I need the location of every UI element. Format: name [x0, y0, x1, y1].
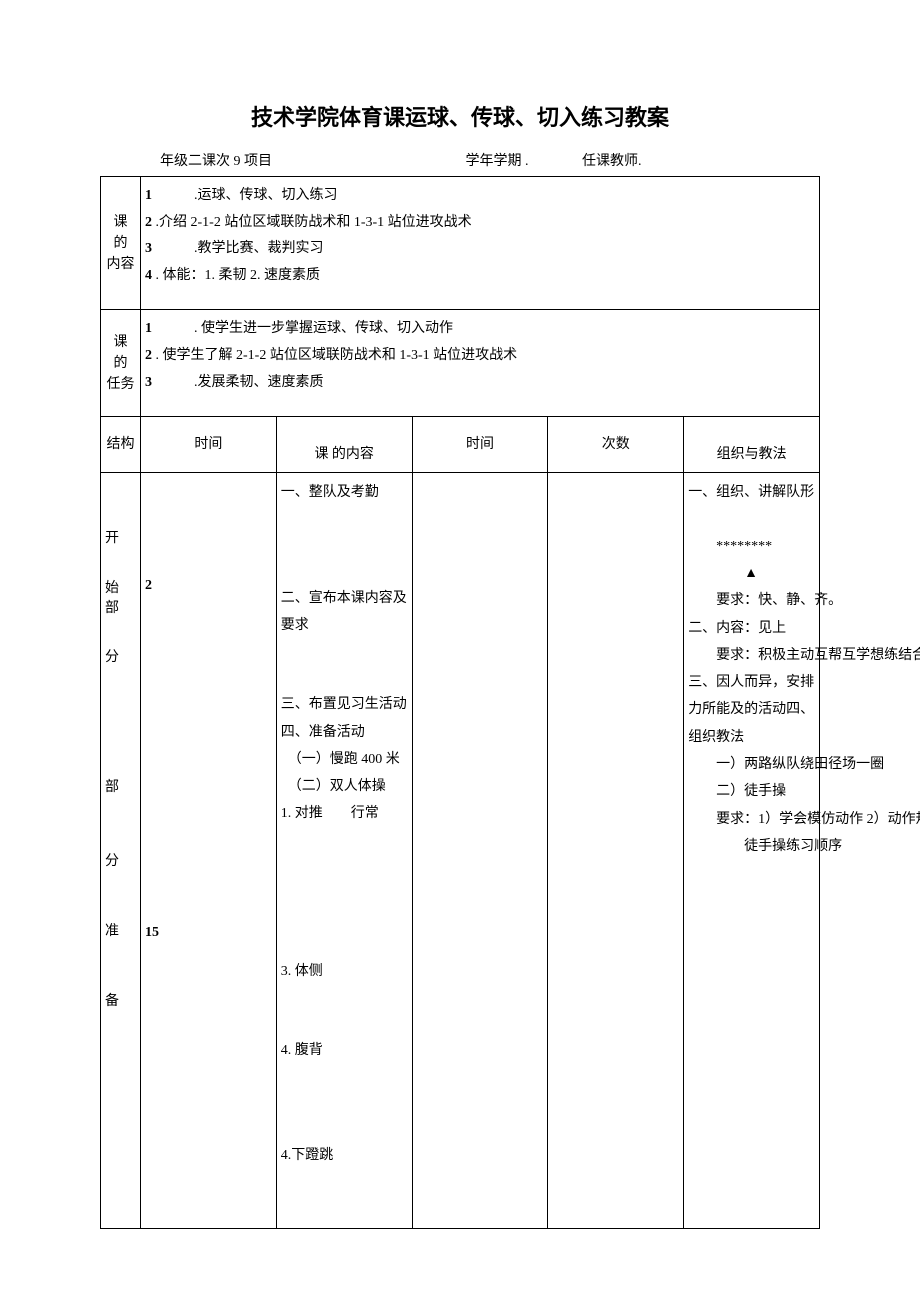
struct-l1: 开 [105, 529, 136, 549]
body-row: 开 始 部 分 部 分 准 备 2 15 一、整队及考勤 二、宣布本课内容及要求 [101, 473, 820, 1228]
content-text-3: .教学比赛、裁判实习 [194, 241, 324, 256]
table-header-row: 结构 时间 课 的内容 时间 次数 组织与教法 [101, 417, 820, 473]
struct-l2: 始 部 [105, 579, 136, 618]
struct-l4: 部 [105, 778, 136, 798]
hdr-structure: 结构 [101, 417, 141, 473]
cl-9: （一）慢跑 400 米 [281, 746, 408, 773]
ol-5: 二、内容：见上 [688, 615, 815, 642]
meta-teacher: 任课教师. [582, 154, 642, 169]
meta-row: 年级二课次 9 项目 学年学期 . 任课教师. [160, 150, 820, 170]
time-val-1: 2 [145, 573, 272, 600]
cl-0: 一、整队及考勤 [281, 479, 408, 506]
count-cell [548, 473, 684, 1228]
task-num-2: 2 [145, 348, 152, 363]
ol-3: ▲ [688, 560, 815, 587]
cl-17: 3. 体侧 [281, 958, 408, 985]
struct-l5: 分 [105, 852, 136, 872]
ol-2: ******** [688, 533, 815, 560]
hdr-org-text: 组织与教法 [717, 447, 787, 462]
ol-0: 一、组织、讲解队形 [688, 479, 815, 506]
content-num-4: 4 [145, 268, 152, 283]
cl-10: （二）双人体操 [281, 773, 408, 800]
content-text-1: .运球、传球、切入练习 [194, 188, 338, 203]
cl-24: 4.下蹬跳 [281, 1142, 408, 1169]
ol-7: 三、因人而异，安排力所能及的活动四、组织教法 [688, 669, 815, 751]
page-title: 技术学院体育课运球、传球、切入练习教案 [100, 100, 820, 132]
time-val-2: 15 [145, 920, 272, 947]
task-num-1: 1 [145, 321, 152, 336]
content-num-2: 2 [145, 215, 152, 230]
content-text-2: .介绍 2-1-2 站位区域联防战术和 1-3-1 站位进攻战术 [156, 215, 472, 230]
content-label: 课 的 内容 [107, 215, 135, 272]
task-body-cell: 1 . 使学生进一步掌握运球、传球、切入动作 2 . 使学生了解 2-1-2 站… [141, 310, 820, 417]
ol-8: 一）两路纵队绕田径场一圈 [688, 751, 815, 778]
time2-cell [412, 473, 548, 1228]
ol-11: 徒手操练习顺序 [688, 833, 815, 860]
hdr-content-text: 课 的内容 [314, 447, 374, 462]
task-text-2: . 使学生了解 2-1-2 站位区域联防战术和 1-3-1 站位进攻战术 [156, 348, 518, 363]
cl-20: 4. 腹背 [281, 1037, 408, 1064]
cl-8: 四、准备活动 [281, 719, 408, 746]
cl-11: 1. 对推 行常 [281, 800, 408, 827]
hdr-content: 课 的内容 [276, 417, 412, 473]
time-cell: 2 15 [141, 473, 277, 1228]
hdr-count: 次数 [548, 417, 684, 473]
meta-term: 学年学期 [466, 154, 522, 169]
ol-10: 要求：1）学会模仿动作 2）动作规范、到位 3）注意 [688, 806, 815, 833]
ol-4: 要求：快、静、齐。 [688, 587, 815, 614]
cl-4: 二、宣布本课内容及要求 [281, 585, 408, 640]
content-label-cell: 课 的 内容 [101, 177, 141, 310]
ol-9: 二）徒手操 [688, 778, 815, 805]
content-text-4: . 体能：1. 柔韧 2. 速度素质 [156, 268, 321, 283]
struct-l6: 准 [105, 922, 136, 942]
task-label-cell: 课 的 任务 [101, 310, 141, 417]
task-text-3: .发展柔韧、速度素质 [194, 375, 324, 390]
content-body: 一、整队及考勤 二、宣布本课内容及要求 三、布置见习生活动 四、准备活动 （一）… [276, 473, 412, 1228]
hdr-org: 组织与教法 [684, 417, 820, 473]
content-body-cell: 1 .运球、传球、切入练习 2 .介绍 2-1-2 站位区域联防战术和 1-3-… [141, 177, 820, 310]
ol-6: 要求：积极主动互帮互学想练结合 [688, 642, 815, 669]
struct-l3: 分 [105, 648, 136, 668]
task-label: 课 的 任务 [107, 335, 135, 392]
lesson-table: 课 的 内容 1 .运球、传球、切入练习 2 .介绍 2-1-2 站位区域联防战… [100, 176, 820, 1229]
content-num-1: 1 [145, 188, 152, 203]
struct-l7: 备 [105, 992, 136, 1012]
task-num-3: 3 [145, 375, 152, 390]
hdr-time: 时间 [141, 417, 277, 473]
cl-7: 三、布置见习生活动 [281, 691, 408, 718]
task-text-1: . 使学生进一步掌握运球、传球、切入动作 [194, 321, 453, 336]
structure-cell: 开 始 部 分 部 分 准 备 [101, 473, 141, 1228]
meta-term-suffix: . [525, 154, 529, 169]
content-row: 课 的 内容 1 .运球、传球、切入练习 2 .介绍 2-1-2 站位区域联防战… [101, 177, 820, 310]
meta-grade: 年级二课次 9 项目 [160, 150, 272, 170]
task-row: 课 的 任务 1 . 使学生进一步掌握运球、传球、切入动作 2 . 使学生了解 … [101, 310, 820, 417]
content-num-3: 3 [145, 241, 152, 256]
hdr-time2: 时间 [412, 417, 548, 473]
org-body: 一、组织、讲解队形 ******** ▲ 要求：快、静、齐。 二、内容：见上 要… [684, 473, 820, 1228]
